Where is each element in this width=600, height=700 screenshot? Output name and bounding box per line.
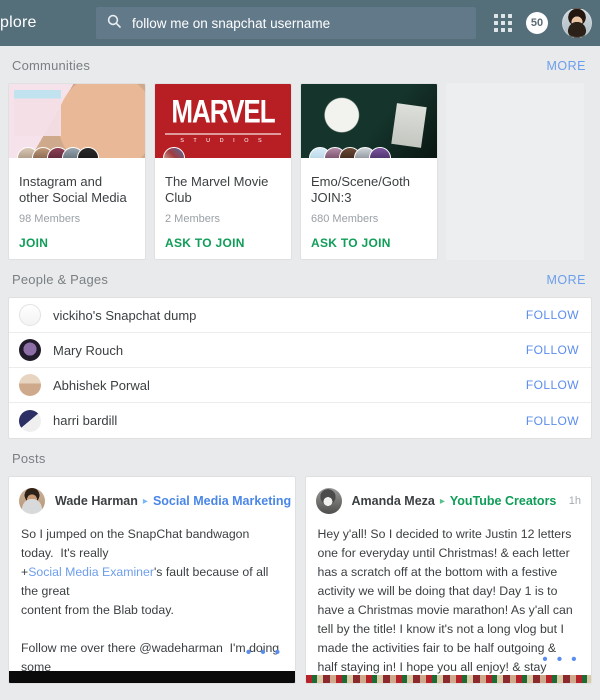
search-icon	[106, 13, 122, 34]
community-name: The Marvel Movie Club	[165, 174, 269, 205]
communities-list: Instagram and other Social Media 98 Memb…	[0, 83, 600, 260]
community-name: Instagram and other Social Media	[19, 174, 127, 205]
chevron-right-icon: ▸	[439, 495, 445, 507]
post-image[interactable]	[305, 675, 591, 683]
community-join-button[interactable]: JOIN	[19, 236, 135, 250]
member-avatars	[17, 147, 99, 158]
post-header: Amanda Meza ▸ YouTube Creators 1h	[306, 477, 592, 520]
communities-section-header: Communities MORE	[0, 46, 600, 83]
community-name: Emo/Scene/Goth JOIN:3	[311, 174, 410, 205]
list-item[interactable]: harri bardill FOLLOW	[9, 403, 591, 438]
post-more-options-icon[interactable]: • • •	[246, 644, 283, 661]
search-bar[interactable]	[96, 7, 476, 39]
list-item[interactable]: Mary Rouch FOLLOW	[9, 333, 591, 368]
community-member-count: 680 Members	[311, 213, 379, 225]
person-name: Abhishek Porwal	[53, 377, 150, 393]
community-card-placeholder	[446, 83, 584, 260]
community-member-count: 2 Members	[165, 213, 221, 225]
post-card[interactable]: Wade Harman ▸ Social Media Marketing 2w …	[8, 476, 296, 684]
community-join-button[interactable]: ASK TO JOIN	[311, 236, 427, 250]
post-timestamp: 2w	[291, 495, 294, 507]
community-card[interactable]: Instagram and other Social Media 98 Memb…	[8, 83, 146, 260]
member-avatars	[309, 147, 391, 158]
marvel-logo-subtext: S T U D I O S	[164, 133, 282, 144]
people-list: vickiho's Snapchat dump FOLLOW Mary Rouc…	[8, 297, 592, 439]
person-name: Mary Rouch	[53, 342, 124, 358]
avatar	[19, 409, 41, 432]
avatar[interactable]	[19, 488, 45, 514]
follow-button[interactable]: FOLLOW	[526, 414, 579, 428]
follow-button[interactable]: FOLLOW	[526, 343, 579, 357]
community-info: The Marvel Movie Club 2 Members ASK TO J…	[155, 158, 291, 259]
marvel-logo-text: MARVEL	[171, 92, 275, 130]
post-inline-link[interactable]: Social Media Examiner	[28, 565, 154, 579]
person-name: vickiho's Snapchat dump	[53, 307, 197, 323]
posts-title: Posts	[12, 451, 46, 466]
chevron-right-icon: ▸	[142, 495, 148, 507]
app-brand-title: plore	[0, 14, 37, 31]
follow-button[interactable]: FOLLOW	[526, 378, 579, 392]
post-more-options-icon[interactable]: • • •	[542, 651, 579, 668]
community-cover-image	[9, 84, 145, 158]
post-body-part: 's fault because of all the great conten…	[21, 565, 280, 683]
people-more-link[interactable]: MORE	[547, 273, 589, 287]
post-timestamp: 1h	[568, 495, 581, 507]
post-card[interactable]: Amanda Meza ▸ YouTube Creators 1h Hey y'…	[304, 476, 592, 684]
top-app-bar: plore 50	[0, 0, 600, 46]
community-cover-image: MARVEL S T U D I O S	[155, 84, 291, 158]
post-image[interactable]	[9, 671, 295, 683]
community-info: Instagram and other Social Media 98 Memb…	[9, 158, 145, 259]
community-card[interactable]: Emo/Scene/Goth JOIN:3 680 Members ASK TO…	[300, 83, 438, 260]
posts-section-header: Posts	[0, 439, 600, 476]
list-item[interactable]: Abhishek Porwal FOLLOW	[9, 368, 591, 403]
post-author-name[interactable]: Wade Harman	[55, 494, 138, 508]
posts-list: Wade Harman ▸ Social Media Marketing 2w …	[0, 476, 600, 684]
post-author-name[interactable]: Amanda Meza	[352, 494, 435, 508]
post-header: Wade Harman ▸ Social Media Marketing 2w	[9, 477, 295, 520]
avatar[interactable]	[315, 488, 342, 514]
apps-grid-icon[interactable]	[494, 14, 512, 32]
post-community-link[interactable]: Social Media Marketing	[153, 494, 291, 508]
member-avatars	[163, 147, 185, 158]
list-item[interactable]: vickiho's Snapchat dump FOLLOW	[9, 298, 591, 333]
person-name: harri bardill	[53, 413, 118, 428]
avatar	[19, 374, 41, 396]
post-community-link[interactable]: YouTube Creators	[450, 494, 557, 508]
people-section-header: People & Pages MORE	[0, 260, 600, 297]
people-title: People & Pages	[12, 272, 109, 287]
community-info: Emo/Scene/Goth JOIN:3 680 Members ASK TO…	[301, 158, 437, 259]
communities-more-link[interactable]: MORE	[547, 59, 589, 73]
notification-badge[interactable]: 50	[526, 12, 548, 34]
community-cover-image	[301, 84, 437, 158]
avatar	[19, 304, 41, 326]
community-member-count: 98 Members	[19, 213, 81, 225]
avatar	[19, 339, 41, 361]
communities-title: Communities	[12, 58, 91, 73]
follow-button[interactable]: FOLLOW	[526, 308, 579, 322]
community-join-button[interactable]: ASK TO JOIN	[165, 236, 281, 250]
avatar[interactable]	[562, 8, 592, 38]
search-input[interactable]	[132, 15, 466, 31]
community-card[interactable]: MARVEL S T U D I O S The Marvel Movie Cl…	[154, 83, 292, 260]
topbar-actions: 50	[494, 0, 592, 46]
